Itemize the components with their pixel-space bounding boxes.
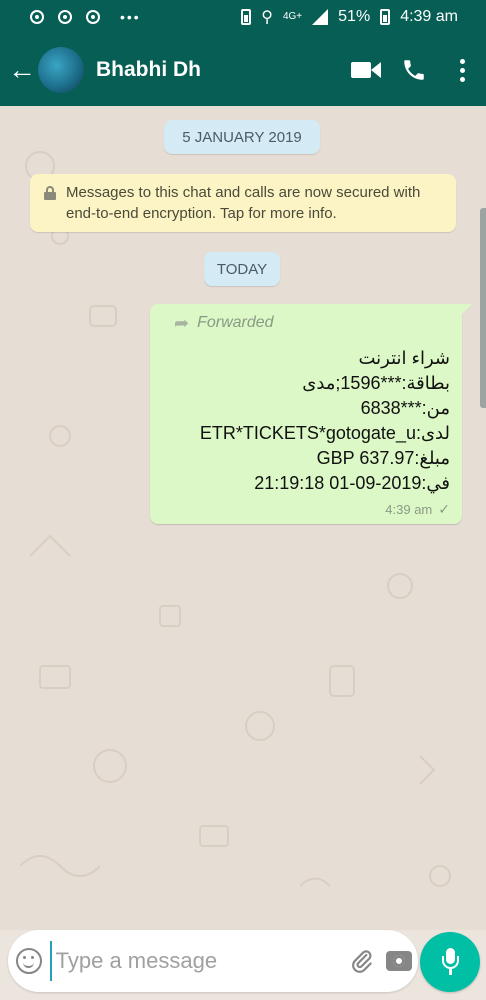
chrome-icon [30,10,44,24]
lock-icon [44,186,56,200]
chrome-icon [58,10,72,24]
camera-button[interactable] [381,930,418,992]
video-camera-icon [351,61,381,79]
date-separator: 5 JANUARY 2019 [164,120,320,154]
voice-call-button[interactable] [390,34,438,106]
message-line: لدى:ETR*TICKETS*gotogate_u [199,423,450,443]
chat-area[interactable]: 5 JANUARY 2019 Messages to this chat and… [0,106,486,930]
message-line: من:***6838 [360,398,450,418]
video-call-button[interactable] [342,34,390,106]
phone-icon [404,60,424,80]
emoji-icon [15,948,42,974]
message-input[interactable] [49,941,344,981]
date-separator-today: TODAY [204,252,280,286]
back-button[interactable]: ← [4,34,40,106]
battery-saver-icon [241,9,252,25]
status-bar: ••• ⚲ 4G+ 51% 4:39 am [0,0,486,34]
emoji-button[interactable] [8,930,50,992]
encryption-text: Messages to this chat and calls are now … [66,184,421,222]
more-notifications-icon: ••• [120,9,141,25]
scroll-handle[interactable] [480,208,486,408]
composer [8,930,418,992]
camera-icon [386,951,413,971]
message-line: بطاقة:***1596;مدى [302,373,450,393]
forwarded-label: ➦ Forwarded [174,312,450,334]
chrome-icon [86,10,100,24]
status-left: ••• [30,9,141,25]
encryption-notice[interactable]: Messages to this chat and calls are now … [30,174,456,232]
message-meta: 4:39 am ✓ [385,501,450,518]
clock: 4:39 am [400,8,458,25]
more-options-button[interactable] [438,34,486,106]
message-time: 4:39 am [385,502,433,517]
attach-button[interactable] [344,930,381,992]
more-vertical-icon [459,58,465,82]
outgoing-message[interactable]: ➦ Forwarded شراء انترنت بطاقة:***1596;مد… [150,304,472,524]
chat-header: ← Bhabhi Dh [0,34,486,106]
forward-arrow-icon: ➦ [174,312,190,333]
message-line: شراء انترنت [358,348,450,368]
network-type: 4G+ [282,11,303,22]
microphone-icon [441,948,459,976]
battery-level: 51% [338,8,371,25]
paperclip-icon [352,950,372,973]
voice-message-button[interactable] [420,932,480,992]
arrow-left-icon: ← [8,54,36,85]
message-line: في:2019-09-01 21:19:18 [254,473,450,493]
message-line: مبلغ:GBP 637.97 [316,448,450,468]
battery-icon [380,9,391,25]
message-text: شراء انترنت بطاقة:***1596;مدى من:***6838… [164,346,450,496]
contact-name[interactable]: Bhabhi Dh [96,58,342,82]
avatar[interactable] [38,47,84,93]
forwarded-text: Forwarded [197,314,274,331]
status-right: ⚲ 4G+ 51% 4:39 am [241,7,458,27]
single-check-icon: ✓ [438,501,450,517]
location-icon: ⚲ [261,9,273,26]
signal-icon [312,9,329,25]
